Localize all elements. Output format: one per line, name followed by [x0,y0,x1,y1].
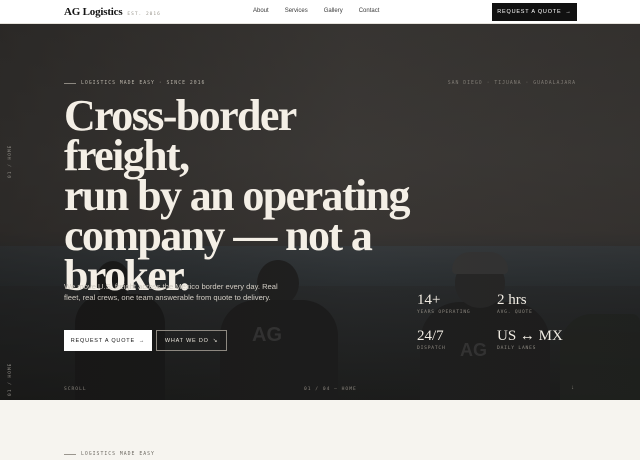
arrow-right-icon: → [138,337,146,344]
stat-value: 24/7 [417,328,444,344]
section-eyebrow-text: LOGISTICS MADE EASY [81,452,155,457]
hero-eyebrow-text: LOGISTICS MADE EASY · SINCE 2016 [81,81,206,86]
top-nav: AG Logistics EST. 2016 About Services Ga… [0,0,640,24]
hero-secondary-label: WHAT WE DO [164,337,209,344]
stat-label: DISPATCH [417,346,446,351]
stat-label: YEARS OPERATING [417,310,471,315]
section-pager: 01 / 04 — HOME [304,387,357,392]
eyebrow-rule [64,454,76,455]
arrow-down-icon[interactable]: ↓ [571,385,574,391]
hero-lede: We move U.S. freight across the Mexico b… [64,282,278,302]
stat-quote-time: 2 hrs AVG. QUOTE [497,292,577,315]
what-we-do-button[interactable]: WHAT WE DO ↘ [156,330,227,351]
stat-label: DAILY LANES [497,346,537,351]
headline-line: Cross-border freight, [64,91,297,180]
hero-request-quote-button[interactable]: REQUEST A QUOTE → [64,330,152,351]
hero-section: AG AG 01 / HOME 01 / HOME LOGISTICS MADE… [0,24,640,400]
nav-request-quote-button[interactable]: REQUEST A QUOTE → [492,3,577,21]
section-eyebrow: LOGISTICS MADE EASY [64,452,155,457]
nav-link-contact[interactable]: Contact [359,8,380,14]
hero-headline: Cross-border freight, run by an operatin… [64,91,424,298]
side-section-label: 01 / HOME [8,144,13,178]
stat-label: AVG. QUOTE [497,310,533,315]
stat-value: 14+ [417,292,441,308]
nav-link-services[interactable]: Services [285,8,308,14]
brand-established: EST. 2016 [127,12,161,17]
hero-cities: SAN DIEGO · TIJUANA · GUADALAJARA [447,81,576,86]
stat-value: 2 hrs [497,292,527,308]
hero-footer: SCROLL 01 / 04 — HOME ↓ [0,384,640,400]
scroll-indicator[interactable]: SCROLL [64,387,87,392]
nav-cta-label: REQUEST A QUOTE [497,9,562,15]
arrow-down-right-icon: ↘ [212,337,219,344]
arrow-right-icon: → [565,9,572,15]
headline-line: company — not a [64,211,373,260]
nav-link-gallery[interactable]: Gallery [324,8,343,14]
hero-eyebrow: LOGISTICS MADE EASY · SINCE 2016 [64,81,205,86]
brand-name: AG Logistics [64,6,123,18]
nav-link-about[interactable]: About [253,8,269,14]
stat-dispatch: 24/7 DISPATCH [417,328,497,351]
stat-years: 14+ YEARS OPERATING [417,292,497,315]
headline-line: run by an operating [64,171,410,220]
eyebrow-rule [64,83,76,84]
stat-value: US ↔ MX [497,328,563,344]
stat-lanes: US ↔ MX DAILY LANES [497,328,577,351]
brand[interactable]: AG Logistics EST. 2016 [64,6,161,18]
hero-primary-label: REQUEST A QUOTE [70,337,135,344]
nav-menu: About Services Gallery Contact [253,8,379,14]
